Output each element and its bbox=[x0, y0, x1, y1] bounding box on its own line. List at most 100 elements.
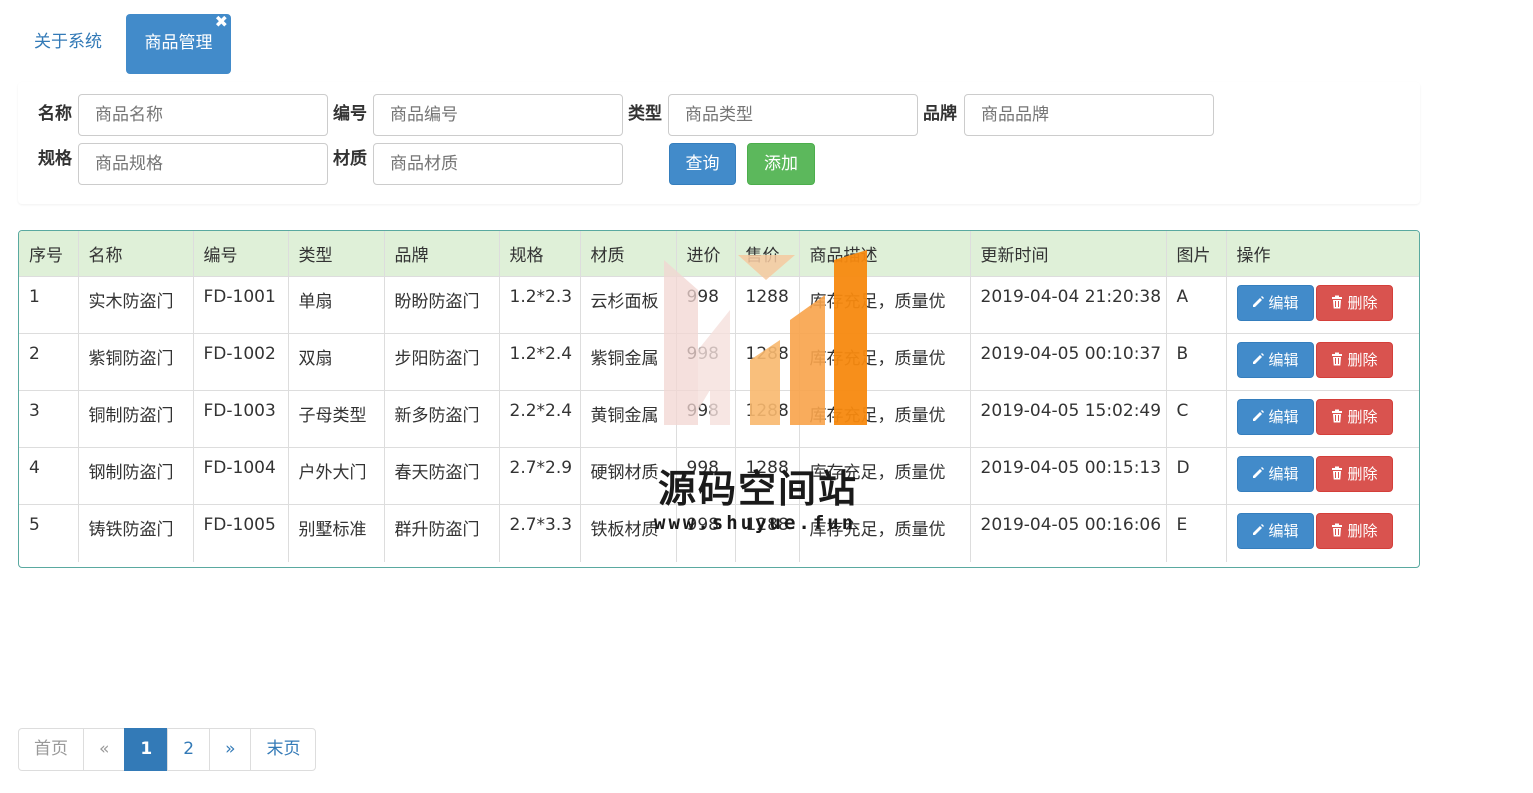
search-panel: 名称 编号 类型 品牌 规格 材质 查询 添加 bbox=[18, 82, 1420, 204]
trash-icon bbox=[1331, 409, 1342, 423]
cell-actions: 编辑 删除 bbox=[1226, 390, 1419, 448]
brand-input[interactable] bbox=[964, 94, 1214, 136]
col-header-material: 材质 bbox=[580, 231, 677, 277]
col-header-image: 图片 bbox=[1166, 231, 1227, 277]
cell-spec: 2.7*2.9 bbox=[499, 447, 581, 505]
query-button[interactable]: 查询 bbox=[669, 143, 736, 185]
cell-updated: 2019-04-04 21:20:38 bbox=[970, 276, 1167, 334]
cell-image: D bbox=[1166, 447, 1227, 505]
cell-material: 黄铜金属 bbox=[580, 390, 677, 448]
cell-actions: 编辑 删除 bbox=[1226, 505, 1419, 562]
cell-type: 子母类型 bbox=[288, 390, 385, 448]
cell-cost: 998 bbox=[676, 333, 736, 391]
spec-input[interactable] bbox=[78, 143, 328, 185]
add-button[interactable]: 添加 bbox=[747, 143, 815, 185]
pencil-icon bbox=[1252, 410, 1264, 421]
table-row: 1 实木防盗门 FD-1001 单扇 盼盼防盗门 1.2*2.3 云杉面板 998 1288 库存… bbox=[19, 276, 1419, 334]
cell-actions: 编辑 删除 bbox=[1226, 276, 1419, 334]
name-label: 名称 bbox=[38, 104, 72, 124]
table-row: 4 钢制防盗门 FD-1004 户外大门 春天防盗门 2.7*2.9 硬钢材质 998 1288… bbox=[19, 447, 1419, 505]
col-header-actions: 操作 bbox=[1226, 231, 1419, 277]
trash-icon bbox=[1331, 523, 1342, 537]
cell-desc: 库存充足，质量优 bbox=[799, 390, 971, 448]
delete-label: 删除 bbox=[1347, 351, 1378, 369]
cell-no: 2 bbox=[19, 333, 79, 391]
cell-price: 1288 bbox=[735, 333, 800, 391]
product-table: 序号 名称 编号 类型 品牌 规格 材质 进价 售价 商品描述 更新时间 图片 … bbox=[18, 230, 1420, 568]
edit-label: 编辑 bbox=[1268, 465, 1299, 483]
cell-name: 钢制防盗门 bbox=[78, 447, 194, 505]
pagination-page-1[interactable]: 1 bbox=[124, 728, 169, 771]
cell-updated: 2019-04-05 15:02:49 bbox=[970, 390, 1167, 448]
cell-code: FD-1005 bbox=[193, 504, 289, 562]
tab-product-management[interactable]: 商品管理 ✖ bbox=[126, 12, 231, 74]
cell-no: 3 bbox=[19, 390, 79, 448]
cell-material: 铁板材质 bbox=[580, 504, 677, 562]
pagination-page-2[interactable]: 2 bbox=[167, 728, 211, 771]
edit-button[interactable]: 编辑 bbox=[1236, 342, 1314, 378]
pagination-last[interactable]: 末页 bbox=[250, 728, 317, 771]
tab-label: 商品管理 bbox=[144, 33, 213, 53]
edit-label: 编辑 bbox=[1268, 294, 1299, 312]
type-input[interactable] bbox=[668, 94, 918, 136]
table-row: 2 紫铜防盗门 FD-1002 双扇 步阳防盗门 1.2*2.4 紫铜金属 998 1288 库存… bbox=[19, 333, 1419, 391]
cell-type: 单扇 bbox=[288, 276, 385, 334]
name-input[interactable] bbox=[78, 94, 328, 136]
cell-brand: 春天防盗门 bbox=[384, 447, 500, 505]
cell-code: FD-1004 bbox=[193, 447, 289, 505]
col-header-brand: 品牌 bbox=[384, 231, 500, 277]
type-label: 类型 bbox=[628, 104, 662, 124]
cell-actions: 编辑 删除 bbox=[1226, 447, 1419, 505]
col-header-no: 序号 bbox=[19, 231, 79, 277]
cell-material: 紫铜金属 bbox=[580, 333, 677, 391]
cell-no: 4 bbox=[19, 447, 79, 505]
delete-button[interactable]: 删除 bbox=[1315, 342, 1393, 378]
material-input[interactable] bbox=[373, 143, 623, 185]
trash-icon bbox=[1331, 352, 1342, 366]
col-header-code: 编号 bbox=[193, 231, 289, 277]
delete-button[interactable]: 删除 bbox=[1315, 513, 1393, 549]
pencil-icon bbox=[1252, 296, 1264, 307]
code-input[interactable] bbox=[373, 94, 623, 136]
delete-button[interactable]: 删除 bbox=[1315, 285, 1393, 321]
close-icon[interactable]: ✖ bbox=[215, 12, 228, 32]
pagination-next[interactable]: » bbox=[209, 728, 252, 771]
trash-icon bbox=[1331, 466, 1342, 480]
delete-label: 删除 bbox=[1347, 465, 1378, 483]
col-header-cost: 进价 bbox=[676, 231, 736, 277]
cell-brand: 新多防盗门 bbox=[384, 390, 500, 448]
delete-label: 删除 bbox=[1347, 522, 1378, 540]
edit-label: 编辑 bbox=[1268, 522, 1299, 540]
cell-name: 铸铁防盗门 bbox=[78, 504, 194, 562]
pencil-icon bbox=[1252, 467, 1264, 478]
cell-cost: 998 bbox=[676, 276, 736, 334]
pagination-first[interactable]: 首页 bbox=[18, 728, 84, 771]
table-header-row: 序号 名称 编号 类型 品牌 规格 材质 进价 售价 商品描述 更新时间 图片 … bbox=[19, 231, 1419, 277]
col-header-type: 类型 bbox=[288, 231, 385, 277]
delete-button[interactable]: 删除 bbox=[1315, 399, 1393, 435]
cell-code: FD-1002 bbox=[193, 333, 289, 391]
col-header-name: 名称 bbox=[78, 231, 194, 277]
edit-button[interactable]: 编辑 bbox=[1236, 399, 1314, 435]
pencil-icon bbox=[1252, 353, 1264, 364]
cell-type: 别墅标准 bbox=[288, 504, 385, 562]
tab-about-system[interactable]: 关于系统 bbox=[18, 14, 118, 72]
delete-button[interactable]: 删除 bbox=[1315, 456, 1393, 492]
cell-type: 双扇 bbox=[288, 333, 385, 391]
cell-material: 硬钢材质 bbox=[580, 447, 677, 505]
table-row: 3 铜制防盗门 FD-1003 子母类型 新多防盗门 2.2*2.4 黄铜金属 998 1288… bbox=[19, 390, 1419, 448]
cell-cost: 998 bbox=[676, 447, 736, 505]
edit-button[interactable]: 编辑 bbox=[1236, 456, 1314, 492]
cell-image: A bbox=[1166, 276, 1227, 334]
cell-price: 1288 bbox=[735, 504, 800, 562]
code-label: 编号 bbox=[333, 104, 367, 124]
edit-button[interactable]: 编辑 bbox=[1236, 285, 1314, 321]
pagination-prev[interactable]: « bbox=[83, 728, 126, 771]
pencil-icon bbox=[1252, 524, 1264, 535]
cell-code: FD-1001 bbox=[193, 276, 289, 334]
delete-label: 删除 bbox=[1347, 294, 1378, 312]
cell-actions: 编辑 删除 bbox=[1226, 333, 1419, 391]
edit-button[interactable]: 编辑 bbox=[1236, 513, 1314, 549]
cell-desc: 库存充足，质量优 bbox=[799, 504, 971, 562]
cell-code: FD-1003 bbox=[193, 390, 289, 448]
